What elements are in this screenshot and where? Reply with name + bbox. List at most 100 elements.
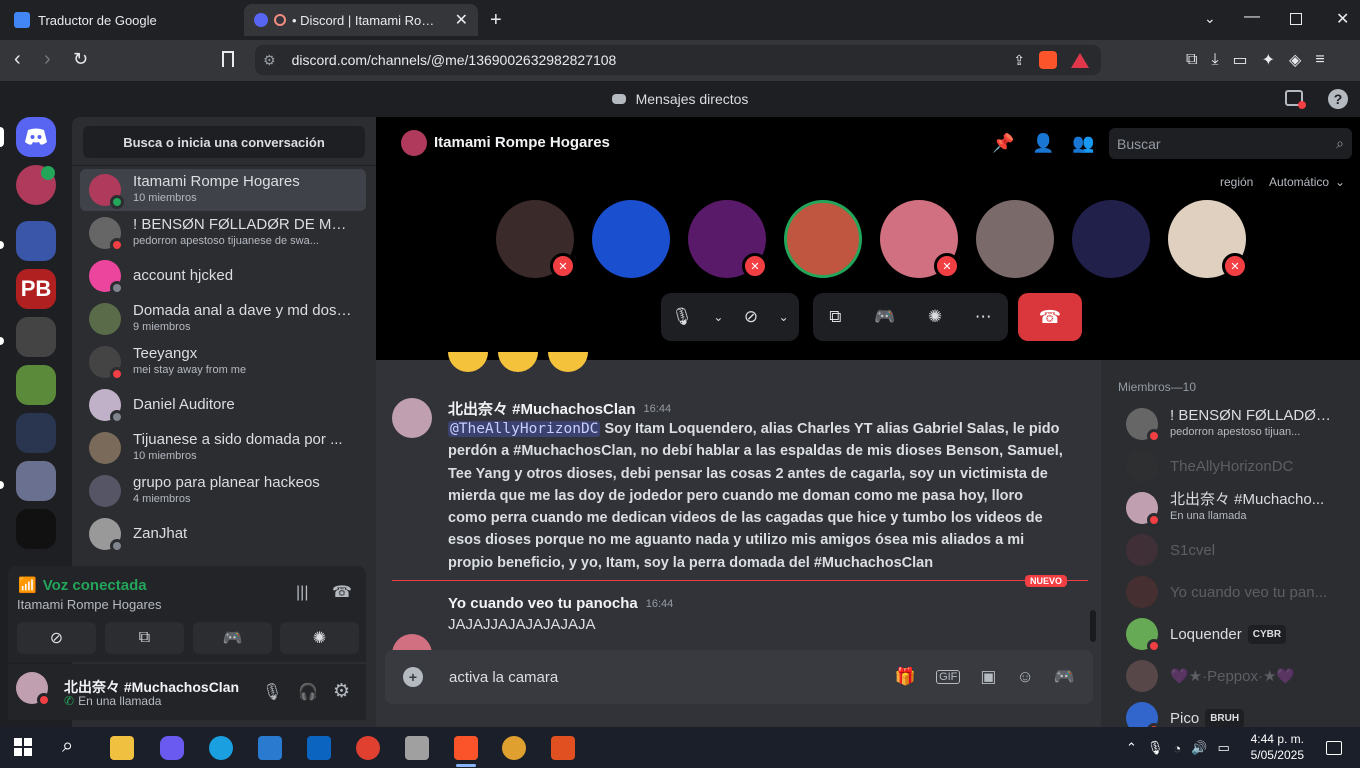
notifications-icon[interactable] — [1326, 741, 1342, 755]
download-icon[interactable]: ⤓ — [1211, 51, 1218, 69]
dm-item[interactable]: grupo para planear hackeos 4 miembros — [80, 470, 366, 512]
search-icon[interactable]: ⌕ — [62, 735, 73, 758]
chevron-down-icon[interactable]: ⌄ — [713, 310, 723, 324]
brave-shields-icon[interactable] — [1039, 51, 1057, 69]
apps-gamepad-icon[interactable]: 🎮 — [1054, 667, 1075, 687]
avatar[interactable] — [16, 672, 51, 707]
member-item[interactable]: S1cvel — [1126, 532, 1346, 568]
member-item[interactable]: 💜★·Peppox·★💜 — [1126, 658, 1346, 694]
url-box[interactable]: ⚙ discord.com/channels/@me/1369002632982… — [255, 45, 1101, 75]
member-item[interactable]: TheAllyHorizonDC — [1126, 448, 1346, 484]
back-icon[interactable]: ‹ — [14, 48, 21, 71]
user-mention[interactable]: @TheAllyHorizonDC — [448, 421, 601, 437]
member-item[interactable]: ! BΕΝSØΝ FØLLΑDØR... pedorron apestoso ti… — [1126, 406, 1346, 443]
server-icon-pb[interactable]: PB — [16, 269, 56, 309]
close-window-icon[interactable]: ✕ — [1336, 9, 1349, 29]
app-medal-icon[interactable] — [502, 736, 526, 760]
server-icon-2[interactable] — [16, 317, 56, 357]
chat-scrollbar[interactable] — [1090, 610, 1096, 642]
share-screen-button[interactable]: ⧉ — [105, 622, 184, 654]
member-item[interactable]: 北出奈々 #Muchacho... En una llamada — [1126, 490, 1346, 527]
site-settings-icon[interactable]: ⚙ — [263, 52, 276, 69]
message-author[interactable]: Yo cuando veo tu panocha — [448, 595, 638, 612]
camera-off-icon[interactable]: ⊘ — [744, 307, 758, 327]
microphone-icon[interactable]: 🎙 — [262, 682, 282, 702]
url-text[interactable]: discord.com/channels/@me/136900263298282… — [292, 52, 617, 68]
add-friend-icon[interactable]: 👤 — [1032, 133, 1054, 154]
new-tab-icon[interactable]: + — [490, 9, 502, 32]
soundboard-icon[interactable]: ✺ — [928, 307, 942, 327]
extensions-icon[interactable]: ⧉ — [1186, 51, 1197, 69]
participant-avatar[interactable] — [592, 200, 670, 278]
battery-icon[interactable]: ▭ — [1217, 740, 1229, 756]
gamepad-icon[interactable]: 🎮 — [874, 307, 895, 327]
tab-discord[interactable]: • Discord | Itamami Rompe l ✕ — [244, 4, 478, 36]
tab-search-icon[interactable]: ⌄ — [1204, 10, 1216, 27]
server-icon-1[interactable] — [16, 221, 56, 261]
minimize-icon[interactable]: — — [1244, 8, 1260, 26]
leo-ai-icon[interactable]: ✦ — [1262, 50, 1275, 70]
dm-item[interactable]: Itamami Rompe Hogares 10 miembros — [80, 169, 366, 211]
message-avatar[interactable] — [392, 398, 432, 438]
dm-item[interactable]: Tijuanese a sido domada por ... 10 miembr… — [80, 427, 366, 469]
windows-start-icon[interactable] — [14, 738, 32, 756]
server-icon-3[interactable] — [16, 365, 56, 405]
clock[interactable]: 4:44 p. m. 5/05/2025 — [1250, 731, 1304, 763]
maximize-icon[interactable] — [1290, 13, 1302, 25]
search-input[interactable]: Buscar ⌕ — [1109, 128, 1352, 159]
brave-icon[interactable] — [454, 736, 478, 760]
member-item[interactable]: Yo cuando veo tu pan... — [1126, 574, 1346, 610]
server-icon-4[interactable] — [16, 413, 56, 453]
message-author[interactable]: 北出奈々 #MuchachosClan — [448, 398, 636, 419]
app-icon[interactable] — [405, 736, 429, 760]
attach-plus-icon[interactable]: + — [403, 667, 423, 687]
outlook-icon[interactable] — [307, 736, 331, 760]
leave-call-button[interactable]: ☎ — [1018, 293, 1082, 341]
dm-item[interactable]: Domada anal a dave y md dos ... 9 miembro… — [80, 298, 366, 340]
headphones-icon[interactable]: 🎧 — [298, 682, 318, 702]
inbox-icon[interactable] — [1285, 90, 1306, 109]
noise-suppression-icon[interactable]: ||| — [296, 584, 308, 602]
wifi-icon[interactable]: ◔ — [1173, 741, 1181, 756]
copilot-icon[interactable] — [160, 736, 184, 760]
sticker-icon[interactable]: ▣ — [980, 667, 996, 687]
soundboard-button[interactable]: ✺ — [280, 622, 359, 654]
brave-rewards-icon[interactable] — [1071, 52, 1089, 68]
file-explorer-icon[interactable] — [110, 736, 134, 760]
reload-icon[interactable]: ↻ — [73, 49, 88, 70]
participant-avatar-speaking[interactable] — [784, 200, 862, 278]
edge-icon[interactable] — [209, 736, 233, 760]
participant-avatar[interactable] — [1072, 200, 1150, 278]
emoji-icon[interactable]: ☺ — [1016, 667, 1033, 687]
participant-avatar[interactable] — [976, 200, 1054, 278]
dm-item[interactable]: Teeyangx mei stay away from me — [80, 341, 366, 383]
dm-item[interactable]: ! BΕΝSØΝ FØLLΑDØR DE MA... pedorron apest… — [80, 212, 366, 254]
voice-status[interactable]: Voz conectada — [43, 577, 147, 594]
bookmark-icon[interactable] — [222, 51, 234, 67]
member-item[interactable]: Loquender CYBR — [1126, 616, 1346, 653]
mic-tray-icon[interactable]: 🎙 — [1147, 740, 1164, 756]
app-icon[interactable] — [551, 736, 575, 760]
tab-google-translate[interactable]: Traductor de Google — [4, 4, 240, 36]
store-icon[interactable] — [258, 736, 282, 760]
forward-icon[interactable]: › — [44, 48, 51, 71]
chrome-icon[interactable] — [356, 736, 380, 760]
microphone-icon[interactable]: 🎙 — [671, 307, 693, 327]
message-input[interactable]: activa la camara — [449, 669, 558, 686]
menu-icon[interactable]: ≡ — [1315, 51, 1324, 69]
dm-search-button[interactable]: Busca o inicia una conversación — [83, 126, 365, 158]
gift-icon[interactable]: 🎁 — [895, 667, 916, 687]
screen-share-icon[interactable]: ⧉ — [829, 307, 841, 327]
dm-item[interactable]: ZanJhat — [80, 513, 366, 555]
more-icon[interactable]: ⋯ — [975, 307, 992, 327]
disconnect-icon[interactable]: ☎ — [332, 582, 352, 602]
voice-channel-name[interactable]: Itamami Rompe Hogares — [17, 597, 162, 612]
server-icon-5[interactable] — [16, 461, 56, 501]
tray-chevron-icon[interactable]: ⌃ — [1126, 740, 1137, 756]
dm-item[interactable]: account hjcked — [80, 255, 366, 297]
chevron-down-icon[interactable]: ⌄ — [779, 310, 789, 324]
activities-button[interactable]: 🎮 — [193, 622, 272, 654]
dm-item[interactable]: Daniel Auditore — [80, 384, 366, 426]
gif-icon[interactable]: GIF — [936, 670, 961, 684]
vpn-icon[interactable]: ◈ — [1289, 50, 1301, 70]
